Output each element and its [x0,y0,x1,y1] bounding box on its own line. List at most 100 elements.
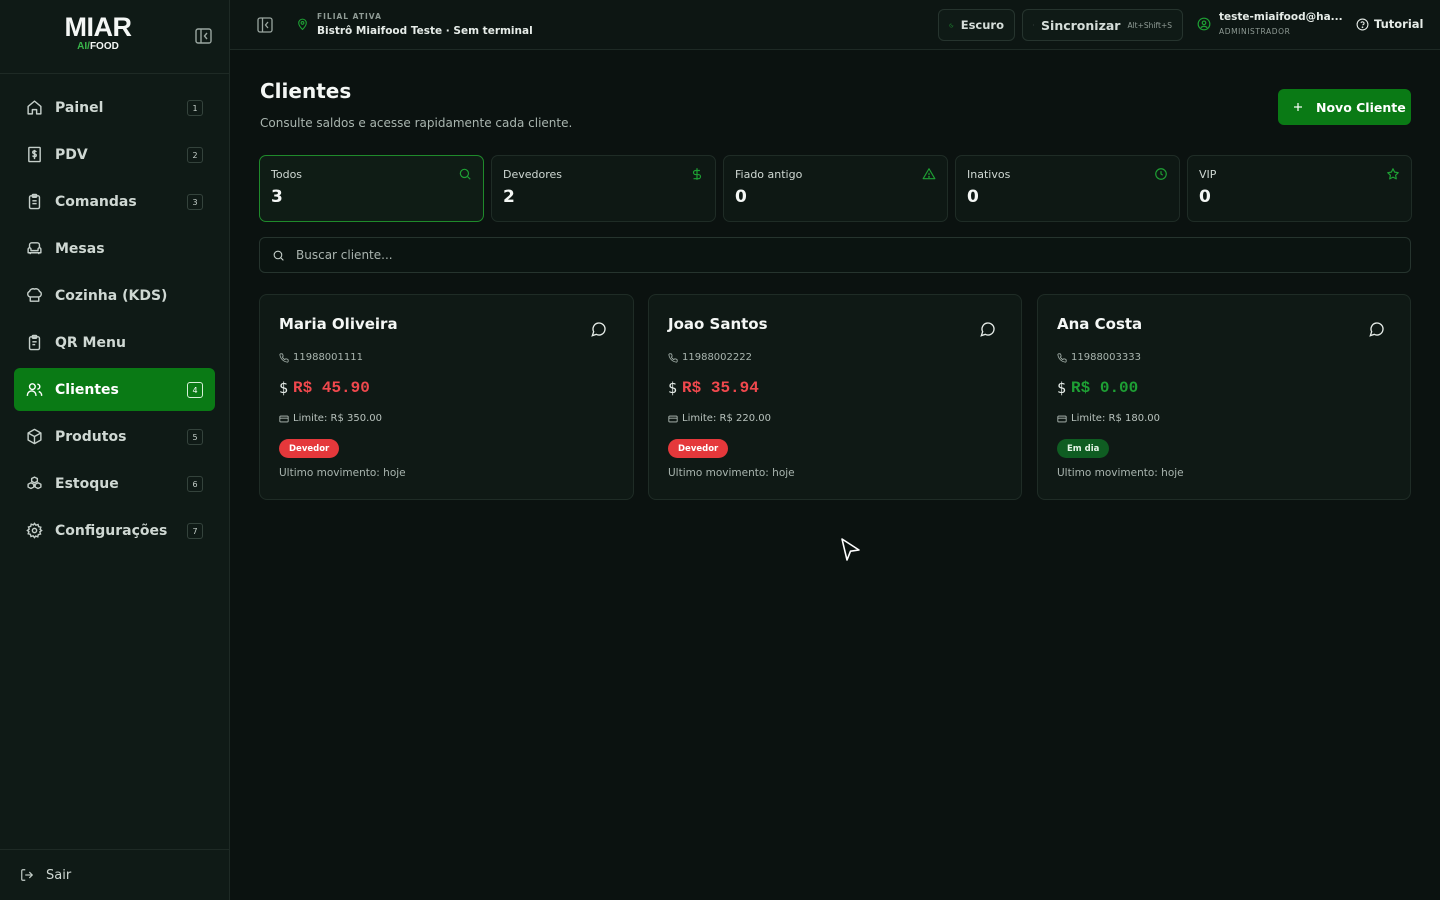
client-phone: 11988001111 [279,352,363,363]
client-card[interactable]: Maria Oliveira 11988001111 $ R$ 45.90 Li… [259,294,634,500]
filter-todos[interactable]: Todos 3 [259,155,484,222]
sync-shortcut: Alt+Shift+S [1127,20,1172,30]
toggle-sidebar-icon[interactable] [257,17,273,33]
page-subtitle: Consulte saldos e acesse rapidamente cad… [260,116,573,130]
sidebar-item-produtos[interactable]: Produtos 5 [14,415,215,458]
filter-label: Devedores [503,168,563,181]
credit-card-icon [279,415,289,422]
filter-count: 3 [271,187,283,207]
sidebar-item-label: Clientes [55,381,119,398]
message-icon[interactable] [980,321,996,337]
client-phone: 11988003333 [1057,352,1141,363]
client-card[interactable]: Joao Santos 11988002222 $ R$ 35.94 Limit… [648,294,1022,500]
shortcut-badge: 3 [187,194,203,210]
phone-icon [1057,352,1067,363]
warning-icon [922,168,936,180]
last-movement: Ultimo movimento: hoje [1057,467,1184,479]
new-client-label: Novo Cliente [1316,99,1406,115]
client-balance: $ R$ 35.94 [668,379,759,397]
tutorial-button[interactable]: Tutorial [1356,17,1423,31]
client-limit: Limite: R$ 180.00 [1057,413,1160,424]
branch-name: Bistrô Miaifood Teste · Sem terminal [317,25,533,37]
topbar: FILIAL ATIVA Bistrô Miaifood Teste · Sem… [230,0,1440,50]
search-input[interactable] [296,248,1376,262]
plus-icon [1294,103,1302,111]
theme-label: Escuro [960,18,1004,32]
credit-card-icon [668,415,678,422]
sidebar-item-clientes[interactable]: Clientes 4 [14,368,215,411]
collapse-sidebar-icon[interactable] [195,28,212,44]
balance-value: R$ 45.90 [293,379,370,397]
status-badge: Devedor [279,439,340,458]
sidebar-item-comandas[interactable]: Comandas 3 [14,180,215,223]
sync-button[interactable]: Sincronizar Alt+Shift+S [1022,9,1183,41]
shortcut-badge: 1 [187,100,203,116]
credit-card-icon [1057,415,1067,422]
filter-vip[interactable]: VIP 0 [1187,155,1412,222]
sidebar-item-cozinha[interactable]: Cozinha (KDS) [14,274,215,317]
filter-label: Fiado antigo [735,168,803,181]
sidebar-item-pdv[interactable]: PDV 2 [14,133,215,176]
app-logo[interactable]: MIAR AI/FOOD [62,13,134,52]
sidebar-item-label: PDV [55,146,88,163]
client-search [259,237,1411,273]
clock-icon [1155,168,1167,180]
shortcut-badge: 5 [187,429,203,445]
client-card[interactable]: Ana Costa 11988003333 $ R$ 0.00 Limite: … [1037,294,1411,500]
filter-devedores[interactable]: Devedores 2 [491,155,716,222]
user-menu[interactable]: teste-miaifood@ha... ADMINISTRADOR [1197,10,1343,37]
sidebar: MIAR AI/FOOD Painel 1 PDV 2 Comandas 3 M… [0,0,230,900]
phone-icon [279,352,289,363]
sidebar-item-configuracoes[interactable]: Configurações 7 [14,509,215,552]
currency-symbol: $ [668,379,678,397]
dollar-icon [692,168,702,180]
status-badge: Devedor [668,439,729,458]
page-title: Clientes [260,79,352,103]
message-icon[interactable] [1369,321,1385,337]
clipboard-list-icon [28,334,41,351]
active-branch[interactable]: FILIAL ATIVA Bistrô Miaifood Teste · Sem… [296,12,533,38]
filter-count: 0 [1199,187,1211,207]
sidebar-item-painel[interactable]: Painel 1 [14,86,215,129]
shortcut-badge: 2 [187,147,203,163]
search-icon [273,250,284,261]
logout-button[interactable]: Sair [0,849,229,900]
shortcut-badge: 7 [187,523,203,539]
sync-label: Sincronizar [1041,17,1121,33]
filter-label: Todos [271,168,303,181]
sidebar-item-label: Mesas [55,240,105,257]
chef-hat-icon [27,288,42,302]
logo-wordmark: MIAR [64,12,133,42]
sidebar-item-estoque[interactable]: Estoque 6 [14,462,215,505]
sidebar-item-label: Produtos [55,428,127,445]
armchair-icon [27,242,42,255]
message-icon[interactable] [591,321,607,337]
shortcut-badge: 4 [187,382,203,398]
sidebar-nav: Painel 1 PDV 2 Comandas 3 Mesas Cozinha … [14,86,215,556]
branch-caption: FILIAL ATIVA [317,12,382,21]
theme-toggle-button[interactable]: Escuro [938,9,1015,41]
filter-count: 2 [503,187,515,207]
filter-label: VIP [1199,168,1217,181]
boxes-icon [27,476,42,490]
sidebar-item-label: Cozinha (KDS) [55,287,168,304]
sidebar-item-qr-menu[interactable]: QR Menu [14,321,215,364]
users-icon [26,383,43,396]
sidebar-item-mesas[interactable]: Mesas [14,227,215,270]
client-phone: 11988002222 [668,352,752,363]
tutorial-label: Tutorial [1374,17,1424,31]
client-balance: $ R$ 45.90 [279,379,370,397]
sidebar-item-label: Painel [55,99,104,116]
client-name: Maria Oliveira [279,315,398,333]
filter-fiado-antigo[interactable]: Fiado antigo 0 [723,155,948,222]
client-limit: Limite: R$ 350.00 [279,413,382,424]
client-balance: $ R$ 0.00 [1057,379,1138,397]
new-client-button[interactable]: Novo Cliente [1278,89,1411,125]
filter-inativos[interactable]: Inativos 0 [955,155,1180,222]
sidebar-item-label: Comandas [55,193,137,210]
filter-label: Inativos [967,168,1011,181]
sidebar-item-label: Configurações [55,522,168,539]
client-limit: Limite: R$ 220.00 [668,413,771,424]
client-name: Joao Santos [668,315,768,333]
gear-icon [26,522,43,539]
